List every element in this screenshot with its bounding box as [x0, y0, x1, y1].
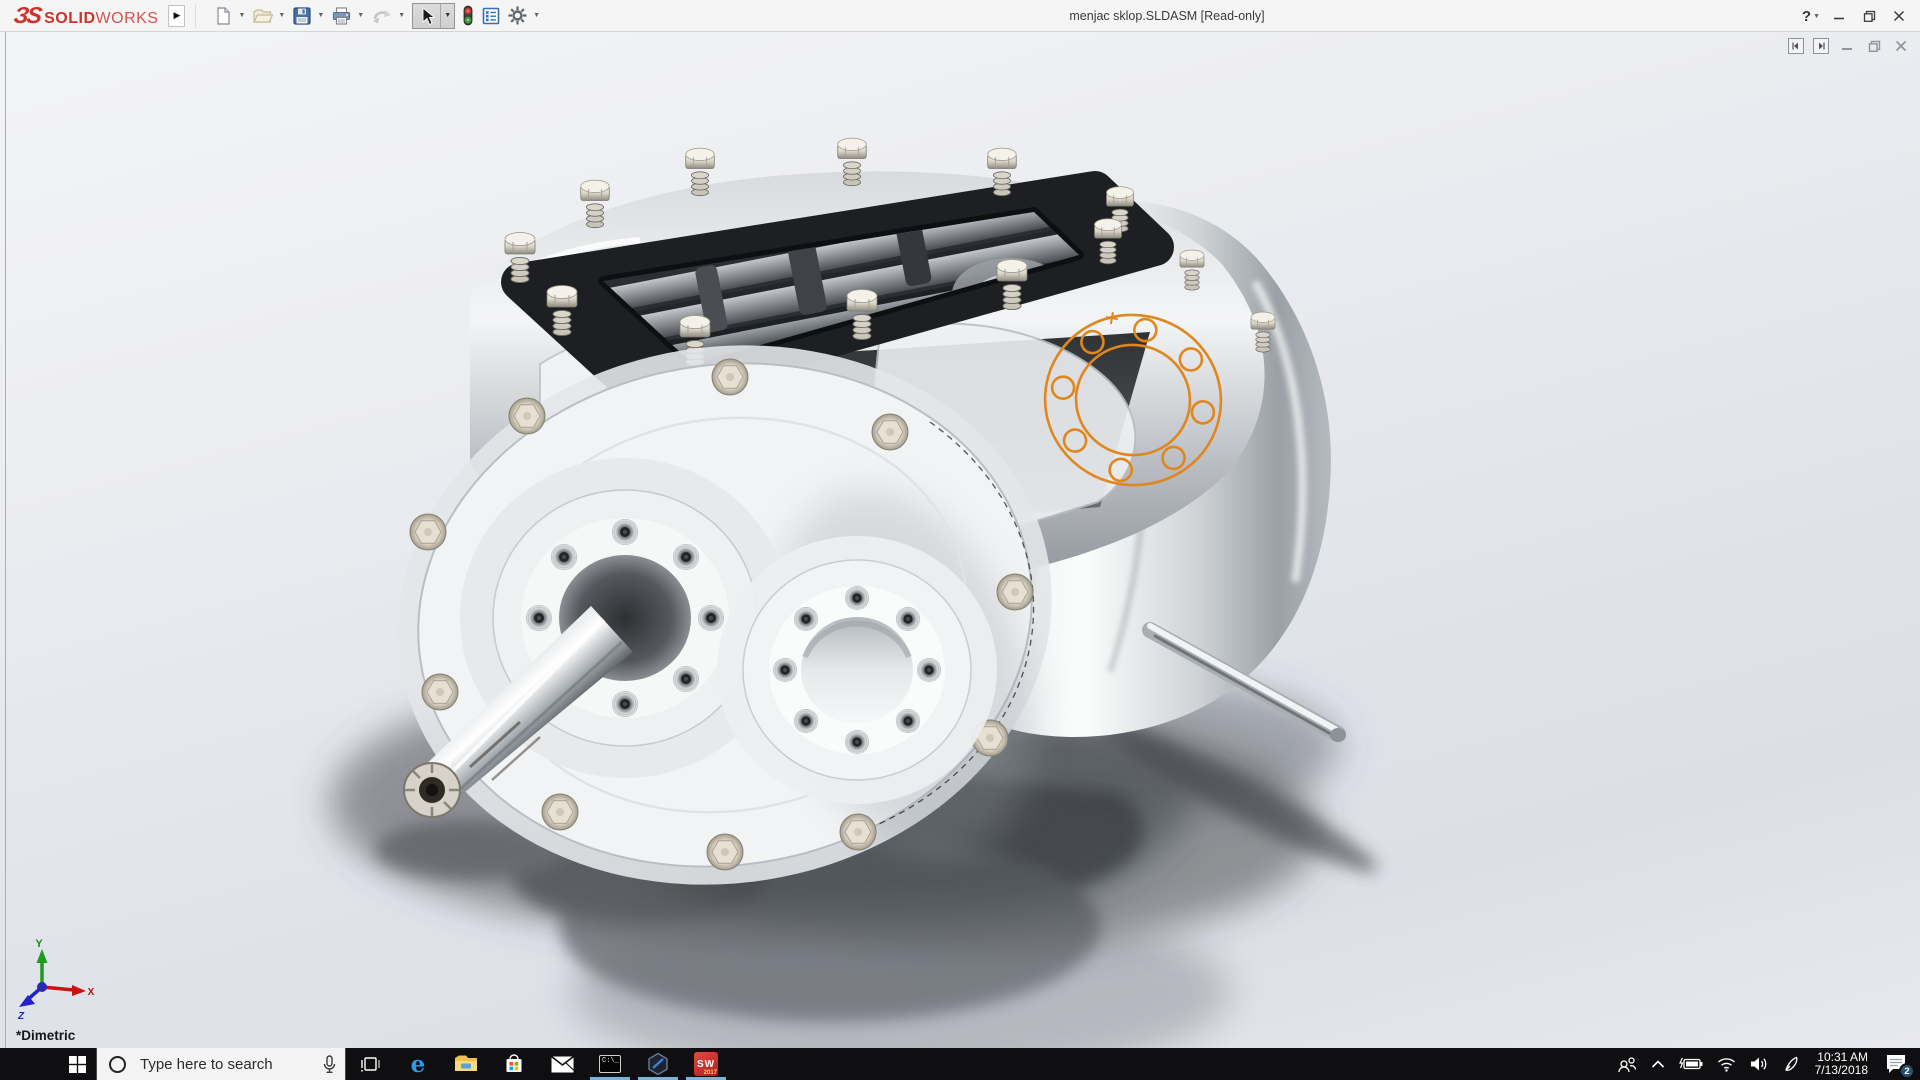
command-prompt-icon: C:\_: [599, 1055, 621, 1073]
minimize-icon: [1833, 10, 1845, 22]
display-list-icon: [481, 6, 501, 26]
rebuild-button[interactable]: [459, 2, 477, 30]
options-button[interactable]: [505, 2, 530, 30]
select-tool[interactable]: ▼: [412, 3, 455, 29]
document-title: menjac sklop.SLDASM [Read-only]: [1069, 0, 1264, 32]
action-center-button[interactable]: 2: [1876, 1048, 1916, 1080]
search-input[interactable]: [138, 1055, 322, 1074]
notification-count-badge: 2: [1899, 1063, 1915, 1079]
undo-dropdown-caret[interactable]: ▼: [398, 12, 405, 19]
save-dropdown-caret[interactable]: ▼: [317, 12, 324, 19]
close-icon: [1893, 10, 1905, 22]
taskbar-search[interactable]: [96, 1048, 346, 1080]
open-button[interactable]: [250, 2, 275, 30]
gearbox-model[interactable]: [0, 32, 1920, 1048]
print-icon: [331, 6, 352, 26]
restore-icon: [1863, 10, 1876, 23]
orientation-triad: Y X Z: [12, 935, 98, 1023]
view-orientation-label: *Dimetric: [16, 1028, 75, 1043]
people-icon: [1617, 1056, 1637, 1073]
display-settings-button[interactable]: [479, 2, 503, 30]
window-controls: ? ▼: [1789, 0, 1914, 32]
task-view-button[interactable]: [346, 1048, 394, 1080]
output-hub[interactable]: [717, 536, 997, 804]
toolbar-separator: [195, 4, 196, 28]
hexagon-app-button[interactable]: [634, 1048, 682, 1080]
wifi-icon: [1717, 1057, 1736, 1072]
undo-button[interactable]: [369, 2, 395, 30]
file-explorer-icon: [454, 1054, 478, 1074]
taskbar-empty-space: [730, 1048, 1610, 1080]
battery-charging-icon: [1679, 1057, 1703, 1071]
pen-icon: [1783, 1056, 1800, 1073]
axis-y-label: Y: [35, 938, 43, 950]
clock-date: 7/13/2018: [1815, 1064, 1868, 1077]
save-icon: [292, 6, 312, 26]
command-prompt-button[interactable]: C:\_: [586, 1048, 634, 1080]
options-gear-icon: [507, 5, 528, 26]
select-cursor-icon[interactable]: [413, 4, 440, 28]
restore-button[interactable]: [1854, 1, 1884, 31]
windows-taskbar: e C:\_: [0, 1048, 1920, 1080]
store-button[interactable]: [490, 1048, 538, 1080]
hexagon-app-icon: [646, 1052, 670, 1076]
microphone-icon[interactable]: [322, 1055, 337, 1074]
open-folder-icon: [252, 6, 273, 26]
close-button[interactable]: [1884, 1, 1914, 31]
menu-flyout-button[interactable]: ▶: [168, 5, 185, 27]
speaker-icon: [1750, 1056, 1769, 1072]
save-button[interactable]: [290, 2, 314, 30]
hidden-icons-button[interactable]: [1644, 1048, 1672, 1080]
wifi-button[interactable]: [1710, 1048, 1743, 1080]
solidworks-logo-mark: ЗS: [12, 2, 42, 29]
axis-x-label: X: [88, 987, 95, 998]
minimize-button[interactable]: [1824, 1, 1854, 31]
pen-button[interactable]: [1776, 1048, 1807, 1080]
print-dropdown-caret[interactable]: ▼: [357, 12, 364, 19]
mail-button[interactable]: [538, 1048, 586, 1080]
rebuild-traffic-light-icon: [461, 5, 475, 27]
system-tray: 10:31 AM 7/13/2018 2: [1610, 1048, 1920, 1080]
battery-button[interactable]: [1672, 1048, 1710, 1080]
start-button[interactable]: [0, 1048, 96, 1080]
chevron-up-icon: [1651, 1060, 1665, 1069]
file-explorer-button[interactable]: [442, 1048, 490, 1080]
solidworks-logo-solid: SOLID: [44, 10, 95, 28]
solidworks-logo-works: WORKS: [96, 10, 159, 28]
solidworks-taskbar-button[interactable]: SW 2017: [682, 1048, 730, 1080]
new-dropdown-caret[interactable]: ▼: [238, 12, 245, 19]
select-dropdown-caret[interactable]: ▼: [440, 4, 454, 28]
solidworks-logo: ЗS SOLID WORKS: [0, 2, 166, 29]
solidworks-app-icon: SW 2017: [694, 1052, 718, 1076]
people-button[interactable]: [1610, 1048, 1644, 1080]
graphics-viewport[interactable]: Y X Z *Dimetric: [0, 32, 1920, 1048]
help-dropdown-caret[interactable]: ▼: [1813, 13, 1820, 20]
edge-icon: e: [411, 1053, 426, 1076]
open-dropdown-caret[interactable]: ▼: [278, 12, 285, 19]
sw-icon-year: 2017: [704, 1070, 717, 1076]
edge-button[interactable]: e: [394, 1048, 442, 1080]
mail-icon: [551, 1056, 574, 1073]
sw-icon-letters: SW: [697, 1059, 715, 1070]
volume-button[interactable]: [1743, 1048, 1776, 1080]
cortana-icon: [109, 1056, 126, 1073]
help-button[interactable]: ?: [1789, 1, 1811, 31]
new-document-button[interactable]: [211, 2, 235, 30]
task-view-icon: [360, 1055, 380, 1073]
windows-logo-icon: [69, 1056, 86, 1073]
axis-z-label: Z: [17, 1011, 25, 1022]
options-dropdown-caret[interactable]: ▼: [533, 12, 540, 19]
undo-icon: [371, 6, 393, 26]
taskbar-clock[interactable]: 10:31 AM 7/13/2018: [1807, 1051, 1876, 1077]
new-document-icon: [213, 6, 233, 26]
quick-access-toolbar: ▼ ▼ ▼: [210, 2, 544, 30]
print-button[interactable]: [329, 2, 354, 30]
title-bar: ЗS SOLID WORKS ▶ ▼ ▼: [0, 0, 1920, 32]
store-icon: [503, 1053, 525, 1075]
